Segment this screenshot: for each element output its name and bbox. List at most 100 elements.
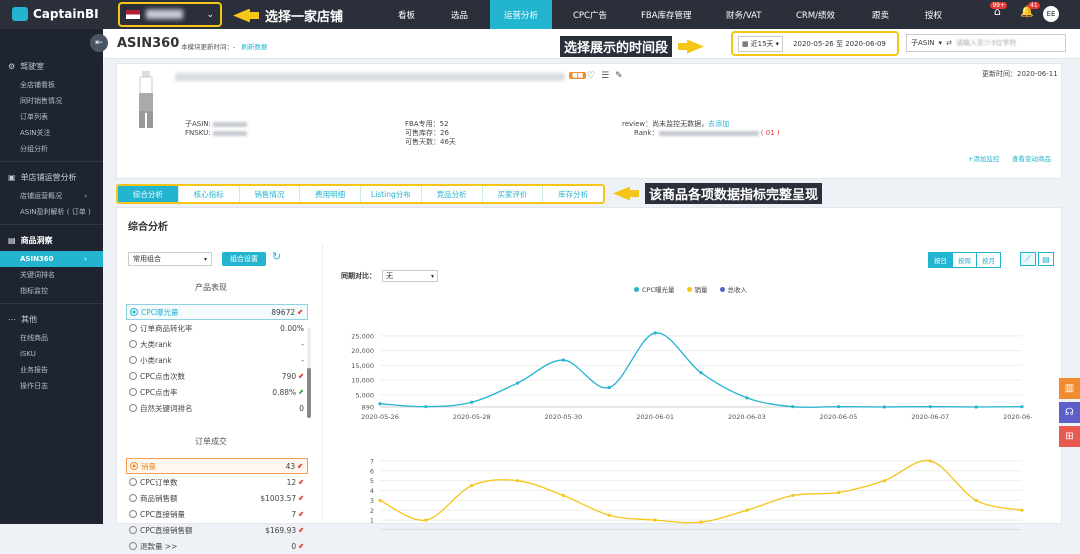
radio-button[interactable] [129, 478, 137, 486]
gran-week-button[interactable]: 按周 [953, 253, 977, 267]
date-range-picker[interactable]: ▦ 近15天 ▾ 2020-05-26 至 2020-06-09 [731, 31, 899, 56]
sidebar-item[interactable]: ASIN盈利解析 ( 订单 ) [0, 204, 103, 220]
line-chart-icon[interactable]: ⟋ [1020, 252, 1036, 266]
sidebar-item[interactable]: 订单列表 [0, 109, 103, 125]
data-point[interactable] [974, 405, 978, 409]
sidebar-group-product[interactable]: ▤ 商品洞察 [0, 229, 103, 251]
scrollbar-thumb[interactable] [307, 368, 311, 418]
radio-button[interactable] [129, 372, 137, 380]
data-point[interactable] [974, 498, 978, 502]
sidebar-item[interactable]: 分组分析 [0, 141, 103, 157]
tab-reviews[interactable]: 买家评价 [483, 186, 544, 202]
nav-item-0[interactable]: 看板 [398, 0, 415, 29]
legend-item-revenue[interactable]: 总收入 [719, 284, 747, 294]
data-point[interactable] [745, 508, 749, 512]
collapse-sidebar-icon[interactable]: ⇤ [90, 34, 108, 52]
bookmark-icon[interactable]: ▥ [1059, 378, 1080, 399]
sidebar-item[interactable]: 业务报告 [0, 362, 103, 378]
nav-item-4[interactable]: FBA库存管理 [641, 0, 692, 29]
radio-button[interactable] [129, 340, 137, 348]
nav-item-1[interactable]: 选品 [451, 0, 468, 29]
date-range-text[interactable]: 2020-05-26 至 2020-06-09 [793, 39, 886, 49]
legend-item-cpc[interactable]: CPC曝光量 [634, 284, 675, 294]
table-view-icon[interactable]: ▤ [1038, 252, 1054, 266]
data-point[interactable] [653, 518, 657, 522]
edit-icon[interactable]: ✎ [615, 71, 623, 81]
data-point[interactable] [1020, 405, 1024, 409]
asin-search-input[interactable]: 请输入至少3位字符 [956, 38, 1016, 48]
data-point[interactable] [699, 520, 703, 524]
tab-core-metrics[interactable]: 核心指标 [179, 186, 240, 202]
data-point[interactable] [470, 400, 474, 404]
data-point[interactable] [928, 459, 932, 463]
tab-inventory[interactable]: 库存分析 [543, 186, 603, 202]
sidebar-item[interactable]: ASIN关注 [0, 125, 103, 141]
nav-item-7[interactable]: 跟卖 [872, 0, 889, 29]
metric-row[interactable]: CPC直接销量 7 ⬋ [126, 506, 308, 522]
metric-row[interactable]: 商品销售额 $1003.57 ⬋ [126, 490, 308, 506]
data-point[interactable] [1020, 508, 1024, 512]
tab-overview[interactable]: 综合分析 [118, 186, 179, 202]
sidebar-item[interactable]: 全店铺看板 [0, 77, 103, 93]
swap-icon[interactable]: ⇄ [946, 39, 952, 47]
nav-item-2[interactable]: 运营分析 [490, 0, 553, 29]
data-point[interactable] [515, 381, 520, 385]
metric-row[interactable]: 订单商品转化率 0.00% [126, 320, 308, 336]
sidebar-item[interactable]: 同时销售情况 [0, 93, 103, 109]
radio-button[interactable] [129, 388, 137, 396]
tab-fees[interactable]: 费用明细 [300, 186, 361, 202]
range-preset-select[interactable]: ▦ 近15天 ▾ [738, 35, 784, 52]
data-point[interactable] [791, 405, 795, 409]
radio-button[interactable] [129, 510, 137, 518]
avatar[interactable]: EE [1043, 6, 1059, 22]
tab-listing[interactable]: Listing分布 [361, 186, 422, 202]
metric-row[interactable]: CPC订单数 12 ⬋ [126, 474, 308, 490]
sidebar-group-store-ops[interactable]: ▣ 单店铺运营分析 [0, 166, 103, 188]
sidebar-item[interactable]: iSKU [0, 346, 103, 362]
store-selector[interactable]: ██████ ⌄ [118, 2, 222, 27]
sidebar-item[interactable]: 店铺运营概况 › [0, 188, 103, 204]
metric-row[interactable]: 销量 43 ⬋ [126, 458, 308, 474]
sidebar-item-asin360[interactable]: ASIN360 › [0, 251, 103, 267]
yoy-select[interactable]: 无 ▾ [382, 270, 438, 282]
sidebar-item[interactable]: 在线商品 [0, 330, 103, 346]
house-notification[interactable]: ⌂ 99+ [990, 2, 1007, 18]
data-point[interactable] [836, 490, 841, 495]
sidebar-group-other[interactable]: ⋯ 其他 [0, 308, 103, 330]
data-point[interactable] [882, 479, 887, 483]
gran-month-button[interactable]: 按月 [977, 253, 1000, 267]
data-point[interactable] [791, 493, 795, 498]
bell-notification[interactable]: 🔔 41 [1020, 2, 1040, 18]
metric-row[interactable]: CPC点击率 0.88% ⬈ [126, 384, 308, 400]
gift-icon[interactable]: ⊞ [1059, 426, 1080, 447]
refresh-icon[interactable]: ↻ [272, 250, 281, 263]
nav-item-5[interactable]: 财务/VAT [726, 0, 761, 29]
gran-day-button[interactable]: 按日 [929, 253, 953, 267]
data-point[interactable] [607, 385, 611, 390]
asin-search[interactable]: 子ASIN ▾ ⇄ 请输入至少3位字符 [906, 34, 1066, 52]
data-point[interactable] [378, 498, 382, 502]
view-changes-link[interactable]: 查看变动商品 [1012, 155, 1051, 164]
metric-row[interactable]: 退款量 >> 0 ⬋ [126, 538, 308, 554]
data-point[interactable] [561, 493, 566, 498]
app-logo[interactable]: CaptainBI [12, 7, 99, 21]
tab-sales[interactable]: 销售情况 [240, 186, 301, 202]
radio-button[interactable] [129, 324, 137, 332]
sidebar-item[interactable]: 指标监控 [0, 283, 103, 299]
nav-item-6[interactable]: CRM/绩效 [796, 0, 835, 29]
radio-button[interactable] [129, 526, 137, 534]
asin-type-select[interactable]: 子ASIN [911, 38, 935, 48]
data-point[interactable] [653, 331, 657, 335]
metric-row[interactable]: CPC曝光量 89672 ⬋ [126, 304, 308, 320]
data-point[interactable] [745, 396, 749, 400]
radio-button[interactable] [129, 404, 137, 412]
radio-button[interactable] [129, 494, 137, 502]
data-point[interactable] [424, 405, 428, 409]
tab-competitors[interactable]: 竞品分析 [422, 186, 483, 202]
sidebar-item[interactable]: 操作日志 [0, 378, 103, 394]
add-review-monitor-link[interactable]: 去添加 [708, 120, 729, 128]
heart-icon[interactable]: ♡ [587, 71, 595, 81]
data-point[interactable] [561, 358, 566, 362]
metric-row[interactable]: CPC点击次数 790 ⬋ [126, 368, 308, 384]
nav-item-3[interactable]: CPC广告 [573, 0, 607, 29]
